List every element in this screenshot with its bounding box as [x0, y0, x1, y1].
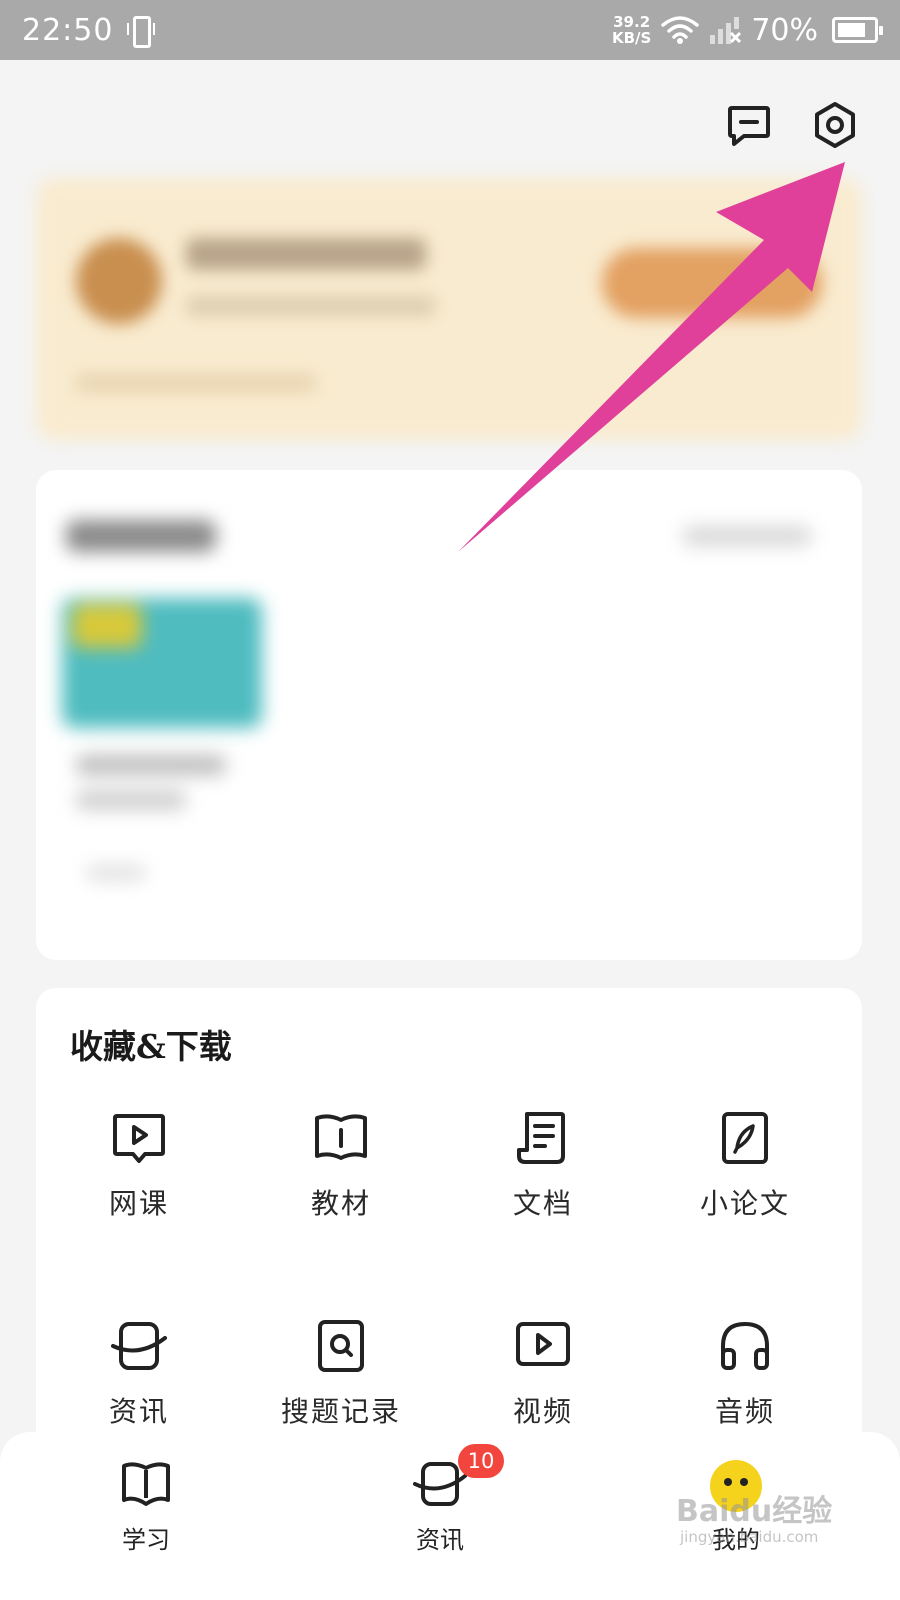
- status-bar: 22:50 39.2 KB/S 70%: [0, 0, 900, 60]
- battery-percent: 70%: [751, 12, 818, 48]
- video-course-icon: [113, 1114, 165, 1163]
- watermark-logo: Baidu经验: [676, 1494, 833, 1529]
- profile-card[interactable]: [36, 178, 862, 440]
- course-meta-blurred: [86, 865, 146, 881]
- fav-item-label: 网课: [108, 1187, 169, 1220]
- vip-button-blurred[interactable]: [602, 248, 822, 318]
- signal-icon: [710, 17, 742, 44]
- section-heading-blurred: [66, 520, 216, 552]
- book-icon: [122, 1462, 170, 1506]
- fav-item-label: 音频: [714, 1395, 775, 1428]
- avatar: [76, 238, 162, 324]
- fav-item-news[interactable]: 资讯: [36, 1316, 242, 1430]
- header-actions: [724, 100, 860, 150]
- fav-item-document[interactable]: 文档: [440, 1108, 646, 1222]
- course-title-blurred: [76, 755, 226, 775]
- network-speed: 39.2 KB/S: [612, 14, 651, 46]
- network-speed-value: 39.2: [613, 13, 651, 31]
- nav-label: 资讯: [416, 1526, 464, 1554]
- fav-item-textbook[interactable]: 教材: [238, 1108, 444, 1222]
- fav-item-label: 小论文: [699, 1187, 790, 1220]
- document-icon: [517, 1112, 565, 1164]
- status-right: 39.2 KB/S 70%: [612, 12, 883, 48]
- fav-item-label: 资讯: [108, 1395, 169, 1428]
- paper-icon: [722, 1112, 768, 1164]
- watermark-url: jingyan.baidu.com: [680, 1528, 819, 1546]
- settings-icon[interactable]: [810, 100, 860, 150]
- nav-news[interactable]: 10 资讯: [340, 1444, 540, 1555]
- fav-item-audio[interactable]: 音频: [642, 1316, 848, 1430]
- section-title: 收藏&下载: [70, 1027, 232, 1066]
- notification-badge: 10: [458, 1444, 504, 1478]
- fav-item-video[interactable]: 视频: [440, 1316, 646, 1430]
- fav-item-label: 视频: [512, 1395, 573, 1428]
- profile-info-blurred: [76, 374, 316, 392]
- news-icon: [111, 1322, 167, 1370]
- fav-item-label: 文档: [512, 1187, 573, 1220]
- message-icon[interactable]: [724, 100, 774, 150]
- profile-subtitle-blurred: [186, 296, 436, 316]
- video-icon: [516, 1322, 570, 1366]
- vibrate-icon: [127, 14, 156, 48]
- fav-item-paper[interactable]: 小论文: [642, 1108, 848, 1222]
- fav-item-search-history[interactable]: 搜题记录: [238, 1316, 444, 1430]
- nav-label: 学习: [122, 1526, 170, 1554]
- course-subtitle-blurred: [76, 790, 186, 810]
- battery-icon: [832, 17, 883, 43]
- network-speed-unit: KB/S: [611, 29, 652, 47]
- wifi-icon: [661, 16, 700, 44]
- fav-item-label: 搜题记录: [280, 1395, 401, 1428]
- audio-icon: [721, 1321, 769, 1370]
- recent-learning-card: [36, 470, 862, 960]
- search-history-icon: [318, 1320, 364, 1372]
- status-time: 22:50: [22, 12, 114, 48]
- fav-item-label: 教材: [310, 1187, 371, 1220]
- more-link-blurred[interactable]: [682, 526, 812, 546]
- recent-content-blurred: [36, 470, 862, 960]
- profile-name-blurred: [186, 238, 426, 270]
- textbook-icon: [315, 1114, 367, 1160]
- nav-study[interactable]: 学习: [46, 1456, 246, 1555]
- fav-item-online-course[interactable]: 网课: [36, 1108, 242, 1222]
- course-thumbnail-blurred[interactable]: [62, 598, 262, 728]
